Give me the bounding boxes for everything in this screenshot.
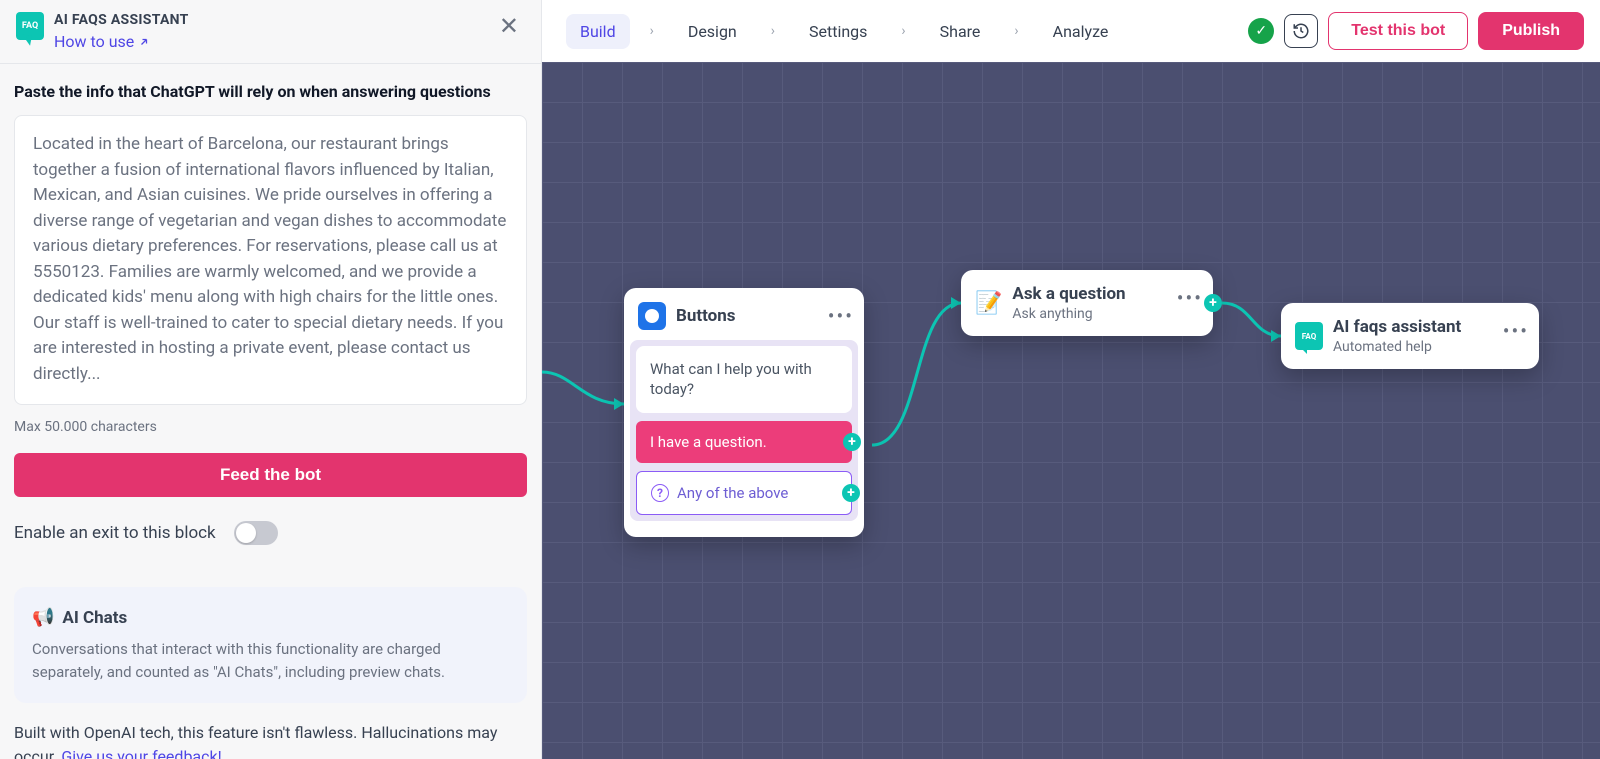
notice-title-row: 📢 AI Chats bbox=[32, 607, 509, 628]
disclaimer: Built with OpenAI tech, this feature isn… bbox=[14, 721, 527, 759]
paste-label: Paste the info that ChatGPT will rely on… bbox=[14, 82, 527, 101]
feedback-link[interactable]: Give us your feedback! bbox=[61, 747, 221, 759]
node-header: 📝 Ask a question Ask anything ••• bbox=[961, 270, 1213, 332]
char-limit-label: Max 50.000 characters bbox=[14, 419, 527, 435]
option-any-above[interactable]: ? Any of the above + bbox=[636, 471, 852, 515]
prompt-message[interactable]: What can I help you with today? bbox=[636, 346, 852, 413]
nav-tabs: Build › Design › Settings › Share › Anal… bbox=[566, 14, 1122, 49]
option-label: I have a question. bbox=[650, 433, 767, 451]
flow-node-ask-question[interactable]: 📝 Ask a question Ask anything ••• + bbox=[961, 270, 1213, 336]
node-menu-icon[interactable]: ••• bbox=[1177, 286, 1203, 310]
config-panel: FAQ AI FAQS ASSISTANT How to use ✕ Paste… bbox=[0, 0, 542, 759]
megaphone-icon: 📢 bbox=[32, 607, 54, 628]
tab-build[interactable]: Build bbox=[566, 14, 630, 49]
exit-toggle[interactable] bbox=[234, 521, 278, 545]
notice-body: Conversations that interact with this fu… bbox=[32, 638, 509, 683]
top-nav: Build › Design › Settings › Share › Anal… bbox=[542, 0, 1600, 62]
option-label: Any of the above bbox=[677, 484, 788, 502]
node-subtitle: Automated help bbox=[1333, 339, 1461, 355]
info-textarea[interactable] bbox=[14, 115, 527, 405]
connector-dot-icon[interactable]: + bbox=[843, 433, 861, 451]
external-link-icon bbox=[138, 36, 150, 48]
exit-toggle-row: Enable an exit to this block bbox=[14, 521, 527, 545]
close-icon[interactable]: ✕ bbox=[493, 12, 525, 40]
status-ok-icon: ✓ bbox=[1248, 18, 1274, 44]
nav-sep: › bbox=[650, 23, 654, 39]
history-button[interactable] bbox=[1284, 14, 1318, 48]
flow-canvas[interactable]: Buttons ••• What can I help you with tod… bbox=[542, 62, 1600, 759]
publish-button[interactable]: Publish bbox=[1478, 12, 1584, 50]
node-subtitle: Ask anything bbox=[1012, 306, 1125, 322]
flow-node-buttons[interactable]: Buttons ••• What can I help you with tod… bbox=[624, 288, 864, 537]
node-text: AI faqs assistant Automated help bbox=[1333, 317, 1461, 355]
faq-icon: FAQ bbox=[16, 12, 44, 40]
node-title: Ask a question bbox=[1012, 284, 1125, 304]
node-header: FAQ AI faqs assistant Automated help ••• bbox=[1281, 303, 1539, 365]
tab-settings[interactable]: Settings bbox=[795, 14, 881, 49]
how-to-use-link[interactable]: How to use bbox=[54, 32, 150, 51]
panel-title: AI FAQS ASSISTANT bbox=[54, 12, 189, 28]
faq-icon: FAQ bbox=[1295, 322, 1323, 350]
node-title: AI faqs assistant bbox=[1333, 317, 1461, 337]
pencil-note-icon: 📝 bbox=[975, 291, 1002, 316]
question-circle-icon: ? bbox=[651, 484, 669, 502]
panel-header: FAQ AI FAQS ASSISTANT How to use ✕ bbox=[0, 0, 541, 64]
tab-analyze[interactable]: Analyze bbox=[1039, 14, 1123, 49]
flow-node-ai-faqs-assistant[interactable]: FAQ AI faqs assistant Automated help ••• bbox=[1281, 303, 1539, 369]
node-menu-icon[interactable]: ••• bbox=[1503, 319, 1529, 343]
panel-body: Paste the info that ChatGPT will rely on… bbox=[0, 64, 541, 759]
option-have-question[interactable]: I have a question. + bbox=[636, 421, 852, 463]
connector-dot-icon[interactable]: + bbox=[842, 484, 860, 502]
builder-area: Build › Design › Settings › Share › Anal… bbox=[542, 0, 1600, 759]
nav-right: ✓ Test this bot Publish bbox=[1248, 12, 1584, 50]
node-menu-icon[interactable]: ••• bbox=[828, 304, 854, 328]
tab-share[interactable]: Share bbox=[926, 14, 995, 49]
exit-label: Enable an exit to this block bbox=[14, 523, 216, 543]
buttons-body: What can I help you with today? I have a… bbox=[630, 340, 858, 521]
radio-icon bbox=[638, 302, 666, 330]
panel-title-block: AI FAQS ASSISTANT How to use bbox=[54, 12, 189, 51]
nav-sep: › bbox=[901, 23, 905, 39]
notice-title: AI Chats bbox=[62, 608, 127, 628]
tab-design[interactable]: Design bbox=[674, 14, 751, 49]
node-title: Buttons bbox=[676, 306, 736, 326]
feed-bot-button[interactable]: Feed the bot bbox=[14, 453, 527, 497]
test-bot-button[interactable]: Test this bot bbox=[1328, 12, 1468, 50]
ai-chats-notice: 📢 AI Chats Conversations that interact w… bbox=[14, 587, 527, 703]
how-to-use-label: How to use bbox=[54, 32, 134, 51]
nav-sep: › bbox=[771, 23, 775, 39]
connector-dot-icon[interactable]: + bbox=[1204, 294, 1222, 312]
history-icon bbox=[1292, 22, 1310, 40]
nav-sep: › bbox=[1014, 23, 1018, 39]
node-text: Ask a question Ask anything bbox=[1012, 284, 1125, 322]
node-header: Buttons ••• bbox=[624, 288, 864, 340]
